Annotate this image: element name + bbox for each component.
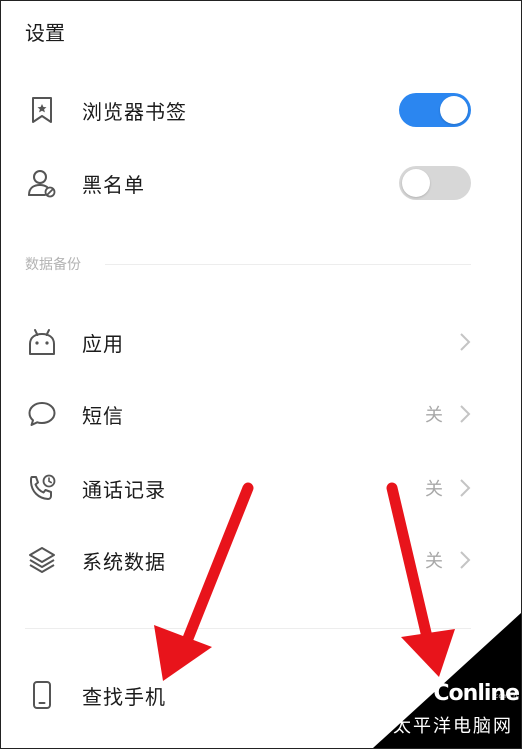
system-data-status: 关: [425, 551, 443, 572]
chevron-right-icon: [459, 478, 471, 498]
browser-bookmarks-toggle[interactable]: [399, 93, 471, 127]
toggle-knob: [402, 169, 430, 197]
system-data-label: 系统数据: [82, 549, 166, 574]
sms-label: 短信: [82, 403, 124, 428]
find-phone-label: 查找手机: [82, 684, 166, 709]
apps-label: 应用: [82, 331, 124, 356]
call-log-status: 关: [425, 479, 443, 500]
blacklist-toggle[interactable]: [399, 166, 471, 200]
settings-screen: 设置 浏览器书签 黑名单 数据备份 应用 短信 关 通话记录 关 系统数据 关 …: [0, 0, 522, 749]
message-bubble-icon: [27, 399, 57, 429]
chevron-right-icon: [459, 332, 471, 352]
chevron-right-icon: [459, 404, 471, 424]
backup-item-call-log[interactable]: 通话记录 关: [1, 458, 521, 518]
watermark-logo: PConline: [418, 681, 520, 706]
toggle-knob: [440, 96, 468, 124]
data-backup-header: 数据备份: [25, 257, 81, 273]
section-divider: [105, 264, 471, 265]
sms-status: 关: [425, 405, 443, 426]
layers-icon: [27, 545, 57, 575]
phone-clock-icon: [27, 473, 57, 503]
blacklist-label: 黑名单: [82, 172, 145, 197]
android-icon: [27, 327, 57, 357]
backup-item-apps[interactable]: 应用: [1, 312, 521, 372]
blacklist-row[interactable]: 黑名单: [1, 153, 521, 213]
backup-item-system-data[interactable]: 系统数据 关: [1, 530, 521, 590]
call-log-label: 通话记录: [82, 477, 166, 502]
phone-device-icon: [27, 680, 57, 710]
blocked-user-icon: [27, 168, 57, 198]
page-title: 设置: [25, 21, 65, 45]
backup-item-sms[interactable]: 短信 关: [1, 384, 521, 444]
section-divider: [25, 628, 471, 629]
watermark-chinese: 太平洋电脑网: [393, 716, 513, 737]
browser-bookmarks-row[interactable]: 浏览器书签: [1, 80, 521, 140]
browser-bookmarks-label: 浏览器书签: [82, 99, 187, 124]
bookmark-icon: [27, 95, 57, 125]
chevron-right-icon: [459, 550, 471, 570]
